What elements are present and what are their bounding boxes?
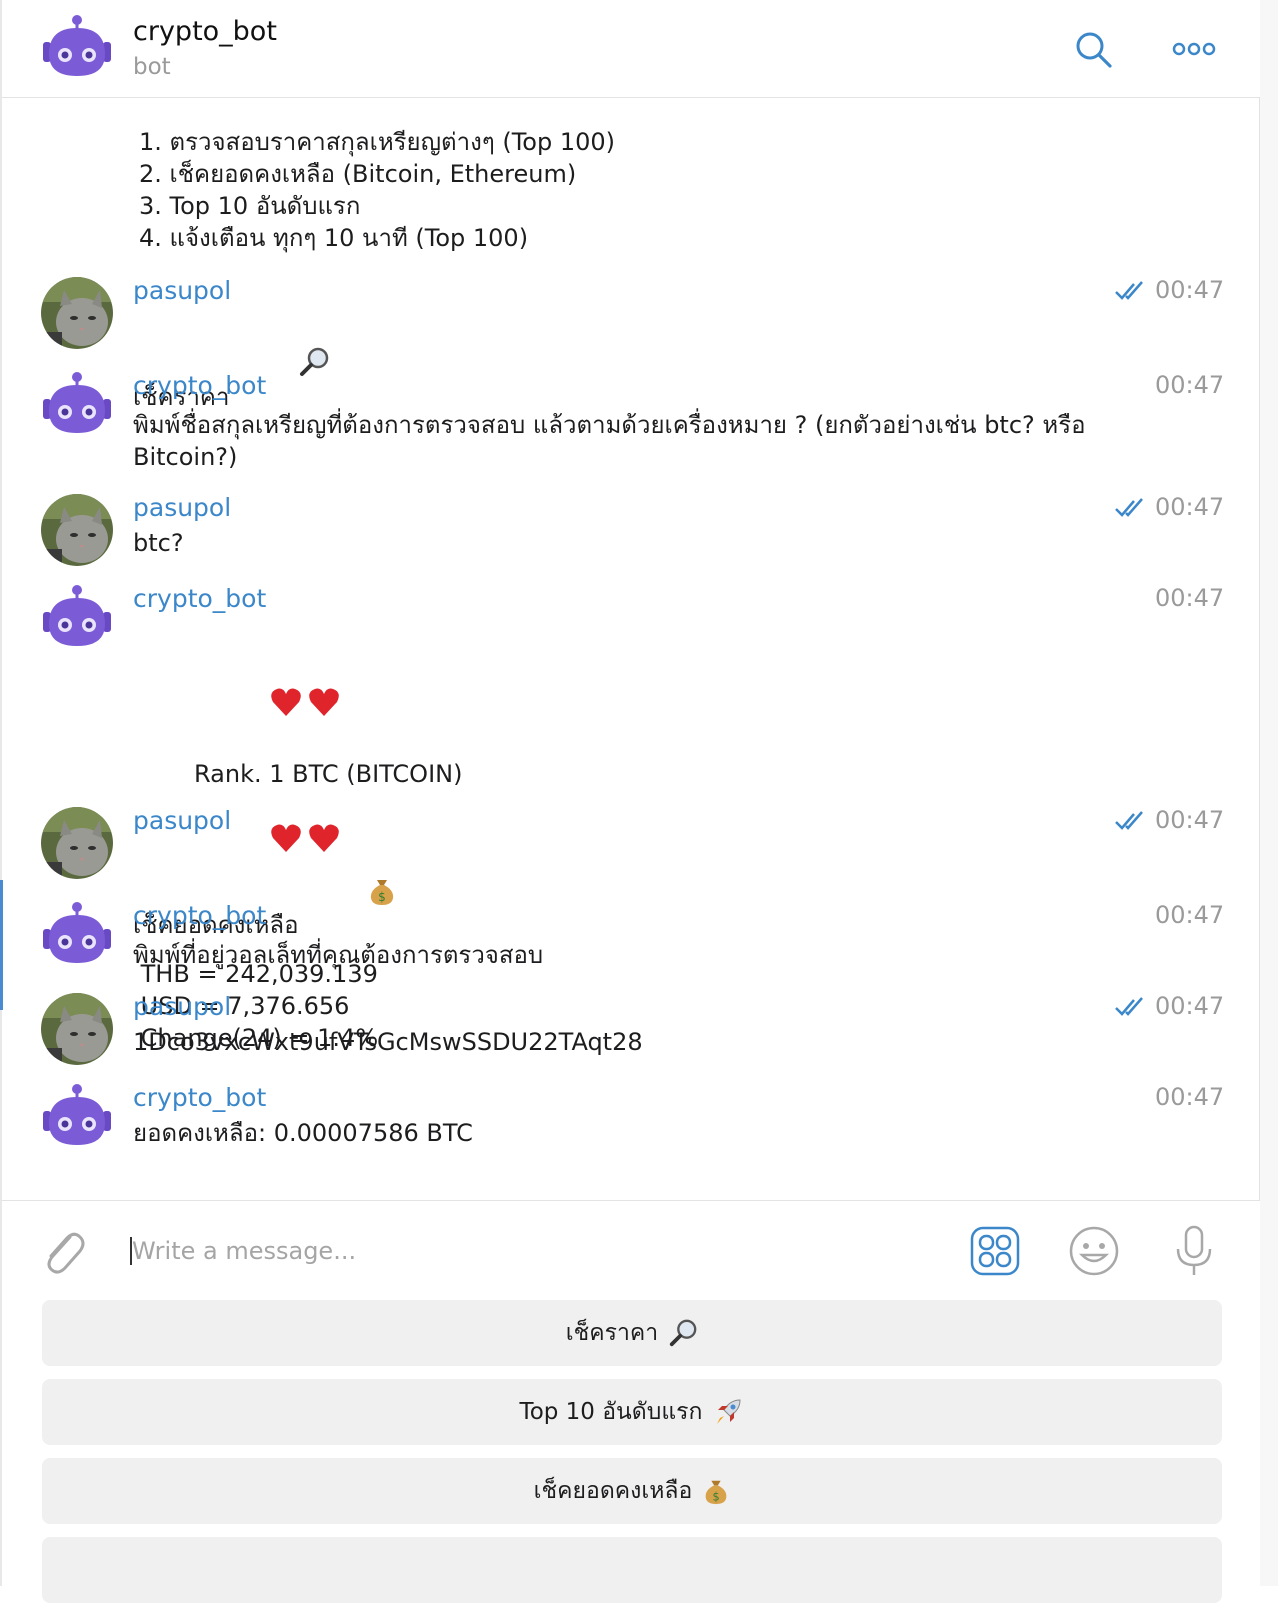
message-sender[interactable]: pasupol: [133, 276, 231, 305]
message-sender[interactable]: crypto_bot: [133, 371, 266, 400]
message-time: 00:47: [1155, 584, 1225, 612]
paperclip-icon[interactable]: [40, 1225, 86, 1279]
message-sender[interactable]: pasupol: [133, 493, 231, 522]
double-check-icon: [1114, 497, 1146, 523]
message-time: 00:47: [1155, 806, 1225, 834]
magnifier-icon: [668, 1318, 698, 1348]
chat-subtitle: bot: [133, 54, 171, 80]
message-time: 00:47: [1155, 1083, 1225, 1111]
message-text: 1Dco3vxcWxt9ufVTsGcMswSSDU22TAqt28: [133, 1026, 1123, 1058]
message-line: 1Dco3vxcWxt9ufVTsGcMswSSDU22TAqt28: [133, 1028, 643, 1056]
double-check-icon: [1114, 280, 1146, 306]
money-bag-icon: $: [702, 1476, 730, 1506]
keyboard-button-label: เช็คราคา: [565, 1320, 659, 1346]
message-input[interactable]: [132, 1231, 932, 1271]
microphone-icon[interactable]: [1174, 1225, 1214, 1283]
message-text: btc?: [133, 527, 1123, 559]
intro-line: 3. Top 10 อันดับแรก: [139, 192, 361, 220]
message-time: 00:47: [1155, 901, 1225, 929]
message-sender[interactable]: crypto_bot: [133, 584, 266, 613]
message-line: ยอดคงเหลือ: 0.00007586 BTC: [133, 1119, 473, 1147]
money-bag-icon: $: [306, 844, 397, 946]
message-time: 00:47: [1155, 371, 1225, 399]
message-text: Rank. 1 BTC (BITCOIN) THB = 242,039.139 …: [133, 622, 1123, 1054]
more-options-icon[interactable]: [1172, 38, 1216, 64]
message-line: Rank. 1 BTC (BITCOIN): [194, 760, 463, 788]
heart-icon: [194, 654, 342, 758]
message-line: พิมพ์ที่อยู่วอลเล็ทที่คุณต้องการตรวจสอบ: [133, 941, 544, 969]
message-time: 00:47: [1155, 992, 1225, 1020]
user-avatar-icon[interactable]: [40, 493, 114, 571]
chat-header: crypto_bot bot: [2, 0, 1260, 98]
double-check-icon: [1114, 996, 1146, 1022]
message-text: ยอดคงเหลือ: 0.00007586 BTC: [133, 1117, 1123, 1149]
message-time: 00:47: [1155, 276, 1225, 304]
chat-title[interactable]: crypto_bot: [133, 16, 277, 47]
message-text: พิมพ์ชื่อสกุลเหรียญที่ต้องการตรวจสอบ แล้…: [133, 409, 1123, 473]
message-line: Bitcoin?): [133, 443, 238, 471]
keyboard-button-top10[interactable]: Top 10 อันดับแรก: [42, 1379, 1222, 1445]
keyboard-button-alerts[interactable]: [42, 1537, 1222, 1603]
message-line: btc?: [133, 529, 184, 557]
bot-intro-text: 1. ตรวจสอบราคาสกุลเหรียญต่างๆ (Top 100) …: [139, 126, 615, 254]
message-text: เช็คราคา: [133, 314, 1123, 418]
user-avatar-icon[interactable]: [40, 276, 114, 354]
svg-text:$: $: [378, 890, 386, 904]
keyboard-button-label: Top 10 อันดับแรก: [519, 1399, 703, 1425]
bot-avatar-icon[interactable]: [42, 901, 112, 971]
bot-avatar-icon[interactable]: [42, 1083, 112, 1153]
message-line: พิมพ์ชื่อสกุลเหรียญที่ต้องการตรวจสอบ แล้…: [133, 411, 1086, 439]
message-time: 00:47: [1155, 493, 1225, 521]
bot-avatar-icon[interactable]: [42, 584, 112, 654]
bot-keyboard-icon[interactable]: [970, 1226, 1020, 1280]
message-text: เช็คยอดคงเหลือ $: [133, 844, 1123, 946]
emoji-icon[interactable]: [1068, 1225, 1120, 1281]
user-avatar-icon[interactable]: [40, 806, 114, 884]
message-sender[interactable]: crypto_bot: [133, 1083, 266, 1112]
bot-avatar-icon[interactable]: [42, 371, 112, 441]
rocket-icon: [712, 1396, 744, 1428]
message-line: USD = 7,376.656: [133, 992, 350, 1020]
search-icon[interactable]: [1074, 30, 1114, 74]
message-sender[interactable]: pasupol: [133, 992, 231, 1021]
keyboard-button-check-price[interactable]: เช็คราคา: [42, 1300, 1222, 1366]
user-avatar-icon[interactable]: [40, 992, 114, 1070]
message-sender[interactable]: pasupol: [133, 806, 231, 835]
keyboard-button-check-balance[interactable]: เช็คยอดคงเหลือ $: [42, 1458, 1222, 1524]
intro-line: 4. แจ้งเตือน ทุกๆ 10 นาที (Top 100): [139, 224, 529, 252]
magnifier-icon: [237, 314, 330, 418]
message-text: พิมพ์ที่อยู่วอลเล็ทที่คุณต้องการตรวจสอบ: [133, 939, 1123, 971]
composer: เช็คราคา Top 10 อันดับแรก เช็คยอดคงเหลือ…: [2, 1200, 1260, 1603]
intro-line: 2. เช็คยอดคงเหลือ (Bitcoin, Ethereum): [139, 160, 577, 188]
svg-text:$: $: [713, 1490, 720, 1503]
message-sender[interactable]: crypto_bot: [133, 901, 266, 930]
window-right-border: [1259, 0, 1278, 1586]
keyboard-button-label: เช็คยอดคงเหลือ: [533, 1478, 693, 1504]
double-check-icon: [1114, 810, 1146, 836]
bot-avatar-icon[interactable]: [42, 14, 112, 84]
message-list[interactable]: 1. ตรวจสอบราคาสกุลเหรียญต่างๆ (Top 100) …: [2, 98, 1260, 1200]
intro-line: 1. ตรวจสอบราคาสกุลเหรียญต่างๆ (Top 100): [139, 128, 616, 156]
